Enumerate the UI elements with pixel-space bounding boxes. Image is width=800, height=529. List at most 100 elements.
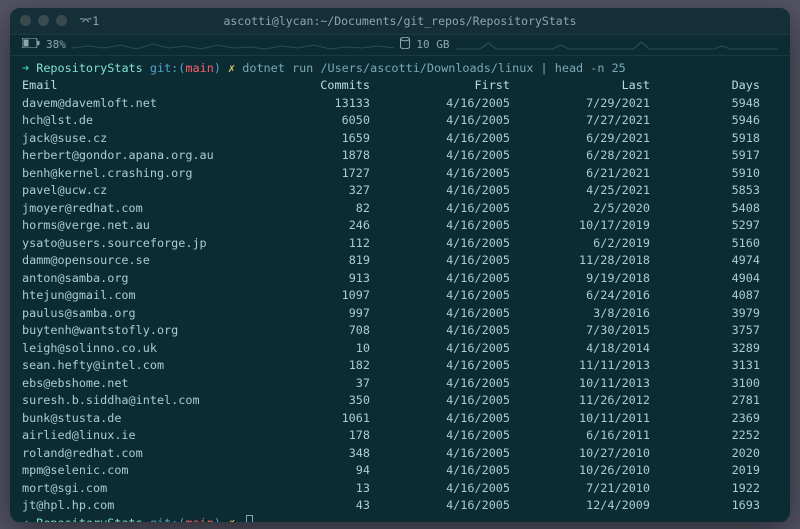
table-row: bunk@stusta.de10614/16/200510/11/2011236… (22, 410, 778, 428)
terminal-content[interactable]: ➜ RepositoryStats git:(main) ✗ dotnet ru… (10, 56, 790, 522)
cell-email: bunk@stusta.de (22, 410, 260, 428)
cpu-sparkline (72, 39, 395, 51)
cell-last: 6/16/2011 (510, 427, 650, 445)
cell-email: damm@opensource.se (22, 252, 260, 270)
cell-last: 6/29/2021 (510, 130, 650, 148)
cell-days: 5917 (650, 147, 760, 165)
cell-commits: 1878 (260, 147, 370, 165)
table-row: benh@kernel.crashing.org17274/16/20056/2… (22, 165, 778, 183)
cell-days: 4974 (650, 252, 760, 270)
cell-email: horms@verge.net.au (22, 217, 260, 235)
cell-commits: 708 (260, 322, 370, 340)
table-row: damm@opensource.se8194/16/200511/28/2018… (22, 252, 778, 270)
close-icon[interactable] (20, 15, 31, 26)
cell-first: 4/16/2005 (370, 410, 510, 428)
cell-commits: 348 (260, 445, 370, 463)
table-row: leigh@solinno.co.uk104/16/20054/18/20143… (22, 340, 778, 358)
git-label: git:( (150, 516, 186, 522)
dirty-icon: ✗ (228, 61, 235, 75)
cell-email: jack@suse.cz (22, 130, 260, 148)
table-row: buytenh@wantstofly.org7084/16/20057/30/2… (22, 322, 778, 340)
table-row: jack@suse.cz16594/16/20056/29/20215918 (22, 130, 778, 148)
cell-last: 12/4/2009 (510, 497, 650, 515)
table-row: suresh.b.siddha@intel.com3504/16/200511/… (22, 392, 778, 410)
git-branch: main (185, 61, 213, 75)
cell-commits: 997 (260, 305, 370, 323)
table-row: mort@sgi.com134/16/20057/21/20101922 (22, 480, 778, 498)
cell-last: 10/11/2013 (510, 375, 650, 393)
cell-first: 4/16/2005 (370, 375, 510, 393)
cursor-icon[interactable] (246, 515, 253, 522)
cell-email: mpm@selenic.com (22, 462, 260, 480)
cell-last: 7/21/2010 (510, 480, 650, 498)
minimize-icon[interactable] (38, 15, 49, 26)
cell-first: 4/16/2005 (370, 480, 510, 498)
cell-first: 4/16/2005 (370, 392, 510, 410)
cell-last: 6/28/2021 (510, 147, 650, 165)
table-row: davem@davemloft.net131334/16/20057/29/20… (22, 95, 778, 113)
cell-commits: 1659 (260, 130, 370, 148)
cell-days: 3289 (650, 340, 760, 358)
cell-first: 4/16/2005 (370, 112, 510, 130)
cell-email: herbert@gondor.apana.org.au (22, 147, 260, 165)
cell-last: 11/26/2012 (510, 392, 650, 410)
cell-last: 10/17/2019 (510, 217, 650, 235)
cell-last: 10/11/2011 (510, 410, 650, 428)
cell-days: 2781 (650, 392, 760, 410)
cell-commits: 6050 (260, 112, 370, 130)
cell-commits: 327 (260, 182, 370, 200)
table-row: anton@samba.org9134/16/20059/19/20184904 (22, 270, 778, 288)
cell-commits: 10 (260, 340, 370, 358)
table-row: ebs@ebshome.net374/16/200510/11/20133100 (22, 375, 778, 393)
cell-first: 4/16/2005 (370, 340, 510, 358)
cell-last: 11/11/2013 (510, 357, 650, 375)
header-first: First (370, 77, 510, 95)
cell-email: paulus@samba.org (22, 305, 260, 323)
cell-days: 5297 (650, 217, 760, 235)
table-row: roland@redhat.com3484/16/200510/27/20102… (22, 445, 778, 463)
cell-last: 6/2/2019 (510, 235, 650, 253)
cell-email: suresh.b.siddha@intel.com (22, 392, 260, 410)
command-text: dotnet run /Users/ascotti/Downloads/linu… (242, 61, 626, 75)
cell-commits: 1097 (260, 287, 370, 305)
table-row: sean.hefty@intel.com1824/16/200511/11/20… (22, 357, 778, 375)
cell-days: 2369 (650, 410, 760, 428)
header-email: Email (22, 77, 260, 95)
cell-last: 10/26/2010 (510, 462, 650, 480)
table-row: mpm@selenic.com944/16/200510/26/20102019 (22, 462, 778, 480)
cell-days: 5948 (650, 95, 760, 113)
cell-email: jmoyer@redhat.com (22, 200, 260, 218)
disk-size: 10 GB (416, 38, 449, 51)
cell-last: 2/5/2020 (510, 200, 650, 218)
cell-first: 4/16/2005 (370, 235, 510, 253)
cell-last: 11/28/2018 (510, 252, 650, 270)
cell-first: 4/16/2005 (370, 497, 510, 515)
cell-email: sean.hefty@intel.com (22, 357, 260, 375)
cell-email: ebs@ebshome.net (22, 375, 260, 393)
cell-first: 4/16/2005 (370, 322, 510, 340)
status-bar: 38% 10 GB (10, 34, 790, 56)
table-row: airlied@linux.ie1784/16/20056/16/2011225… (22, 427, 778, 445)
traffic-lights[interactable] (20, 15, 67, 26)
battery-percent: 38% (46, 38, 66, 51)
cell-commits: 94 (260, 462, 370, 480)
cell-commits: 246 (260, 217, 370, 235)
cell-last: 7/29/2021 (510, 95, 650, 113)
table-row: jmoyer@redhat.com824/16/20052/5/20205408 (22, 200, 778, 218)
cell-commits: 37 (260, 375, 370, 393)
cell-first: 4/16/2005 (370, 287, 510, 305)
window-title: ascotti@lycan:~/Documents/git_repos/Repo… (10, 14, 790, 28)
cell-email: hch@lst.de (22, 112, 260, 130)
cell-first: 4/16/2005 (370, 305, 510, 323)
git-close: ) (214, 61, 221, 75)
cell-email: anton@samba.org (22, 270, 260, 288)
cell-days: 4087 (650, 287, 760, 305)
cell-commits: 13 (260, 480, 370, 498)
zoom-icon[interactable] (56, 15, 67, 26)
cell-email: airlied@linux.ie (22, 427, 260, 445)
cell-first: 4/16/2005 (370, 130, 510, 148)
cell-last: 10/27/2010 (510, 445, 650, 463)
table-row: paulus@samba.org9974/16/20053/8/20163979 (22, 305, 778, 323)
table-row: herbert@gondor.apana.org.au18784/16/2005… (22, 147, 778, 165)
cell-days: 5910 (650, 165, 760, 183)
